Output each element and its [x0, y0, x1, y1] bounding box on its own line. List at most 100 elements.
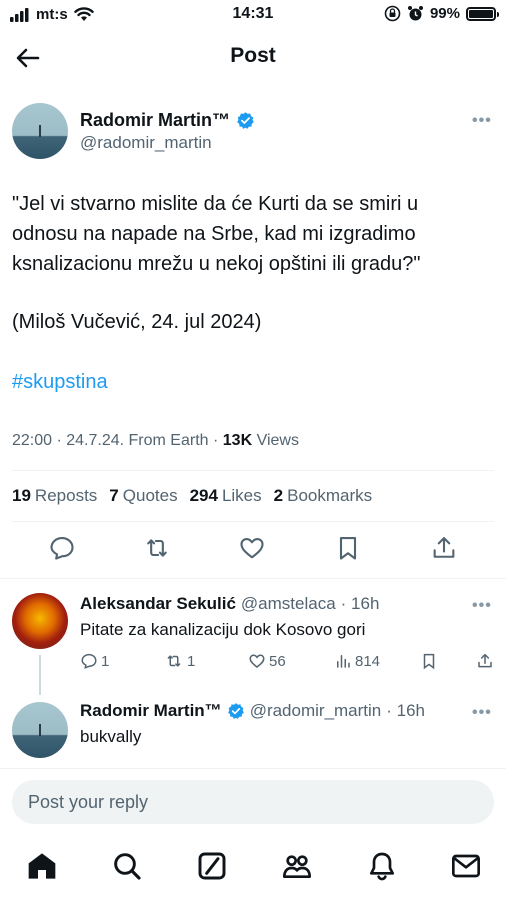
author-name-row[interactable]: Radomir Martin™: [80, 110, 255, 131]
reply-time[interactable]: · 16h: [386, 701, 425, 721]
messages-icon: [452, 854, 480, 878]
author-handle[interactable]: @radomir_martin: [80, 133, 212, 153]
reply-action-bar: 1 1 56 814: [80, 652, 494, 670]
reply-like-count: 56: [269, 652, 286, 670]
post-text-line: ksnalizacionu mrežu u nekoj opštini ili …: [12, 253, 421, 275]
views-count: 13K: [222, 432, 253, 449]
reply-comment-button[interactable]: 1: [80, 652, 164, 670]
reply-time[interactable]: · 16h: [341, 594, 380, 614]
bookmark-button[interactable]: [334, 534, 362, 562]
reply-author-name[interactable]: Aleksandar Sekulić: [80, 594, 236, 614]
notifications-icon: [370, 852, 394, 881]
battery-percent: 99%: [429, 5, 460, 22]
alarm-icon: [407, 6, 423, 21]
post-timestamp[interactable]: 22:00 · 24.7.24. From Earth ·: [12, 432, 223, 449]
reply-comment-count: 1: [101, 652, 110, 670]
hashtag-link[interactable]: #skupstina: [12, 371, 108, 394]
likes-count: 294: [189, 486, 218, 505]
thread-connector: [39, 655, 41, 695]
bookmarks-label: Bookmarks: [287, 486, 373, 505]
reposts-label: Reposts: [34, 486, 98, 505]
repost-icon: [167, 655, 181, 667]
repost-icon: [147, 539, 167, 557]
battery-icon: [466, 6, 499, 21]
avatar-figure: [38, 724, 41, 737]
reply-text: Pitate za kanalizaciju dok Kosovo gori: [80, 620, 366, 639]
reply-bookmark-button[interactable]: [420, 652, 476, 670]
reply-author-name[interactable]: Radomir Martin™: [80, 701, 222, 721]
reply-header: Radomir Martin™ @radomir_martin · 16h: [80, 701, 425, 721]
communities-icon: [283, 855, 311, 878]
reposts-count: 19: [12, 486, 31, 505]
author-avatar[interactable]: [12, 103, 68, 159]
post-quote-line: (Miloš Vučević, 24. jul 2024): [12, 311, 262, 333]
nav-home[interactable]: [26, 850, 58, 882]
post-text-line: odnosu na napade na Srbe, kad mi izgradi…: [12, 223, 416, 245]
search-icon: [114, 853, 141, 880]
top-header: Post: [0, 36, 506, 80]
more-options-icon[interactable]: •••: [472, 597, 492, 615]
avatar-figure: [38, 125, 41, 138]
likes-label: Likes: [221, 486, 262, 505]
reply-avatar[interactable]: [12, 593, 68, 649]
orientation-lock-icon: [384, 5, 401, 22]
reply-header: Aleksandar Sekulić @amstelaca · 16h: [80, 594, 379, 614]
bookmark-icon: [423, 653, 435, 670]
post-text: "Jel vi stvarno mislite da će Kurti da s…: [12, 189, 492, 279]
bottom-nav: [0, 838, 506, 900]
views-label: Views: [252, 432, 299, 449]
reply-button[interactable]: [48, 534, 76, 562]
divider: [0, 578, 506, 579]
share-icon: [478, 653, 492, 668]
like-icon: [249, 654, 265, 668]
divider: [12, 521, 494, 522]
reply-like-button[interactable]: 56: [248, 652, 334, 670]
reply-author-handle[interactable]: @amstelaca: [241, 594, 336, 614]
quotes-count: 7: [109, 486, 119, 505]
likes-stat[interactable]: 294 Likes: [190, 486, 262, 506]
views-icon: [337, 655, 350, 668]
quotes-label: Quotes: [122, 486, 178, 505]
like-button[interactable]: [238, 534, 266, 562]
reply-icon: [81, 653, 97, 669]
author-name[interactable]: Radomir Martin™: [80, 110, 230, 131]
share-button[interactable]: [430, 534, 458, 562]
reply-icon: [50, 537, 74, 560]
nav-communities[interactable]: [281, 850, 313, 882]
more-options-icon[interactable]: •••: [472, 704, 492, 722]
bookmarks-count: 2: [273, 486, 284, 505]
verified-badge-icon: [227, 703, 244, 719]
reply-composer: [0, 768, 506, 838]
nav-search[interactable]: [111, 850, 143, 882]
reply-views-button[interactable]: 814: [334, 652, 420, 670]
reposts-stat[interactable]: 19 Reposts: [12, 486, 97, 506]
verified-badge-icon: [237, 112, 254, 129]
bookmark-icon: [339, 537, 357, 560]
grok-icon: [198, 852, 226, 880]
status-bar: mt:s 14:31 99%: [0, 0, 506, 30]
repost-button[interactable]: [143, 534, 171, 562]
like-icon: [240, 537, 264, 559]
divider: [12, 470, 494, 471]
nav-notifications[interactable]: [366, 850, 398, 882]
reply-text: bukvally: [80, 727, 142, 746]
post-action-bar: [0, 534, 506, 566]
reply-repost-count: 1: [187, 652, 196, 670]
reply-author-handle[interactable]: @radomir_martin: [250, 701, 382, 721]
reply-repost-button[interactable]: 1: [164, 652, 248, 670]
home-icon: [28, 853, 56, 879]
page-title: Post: [230, 44, 276, 67]
quotes-stat[interactable]: 7 Quotes: [109, 486, 177, 506]
status-right: 99%: [384, 5, 499, 22]
nav-grok[interactable]: [196, 850, 228, 882]
reply-input[interactable]: [12, 780, 494, 824]
reply-share-button[interactable]: [476, 652, 494, 670]
post-stats: 19 Reposts 7 Quotes 294 Likes 2 Bookmarks: [12, 486, 372, 506]
reply-avatar[interactable]: [12, 702, 68, 758]
post-text-line: "Jel vi stvarno mislite da će Kurti da s…: [12, 193, 419, 215]
post-meta: 22:00 · 24.7.24. From Earth · 13K Views: [12, 432, 299, 450]
more-options-icon[interactable]: •••: [472, 112, 492, 130]
share-icon: [433, 537, 455, 558]
nav-messages[interactable]: [450, 850, 482, 882]
bookmarks-stat[interactable]: 2 Bookmarks: [274, 486, 373, 506]
